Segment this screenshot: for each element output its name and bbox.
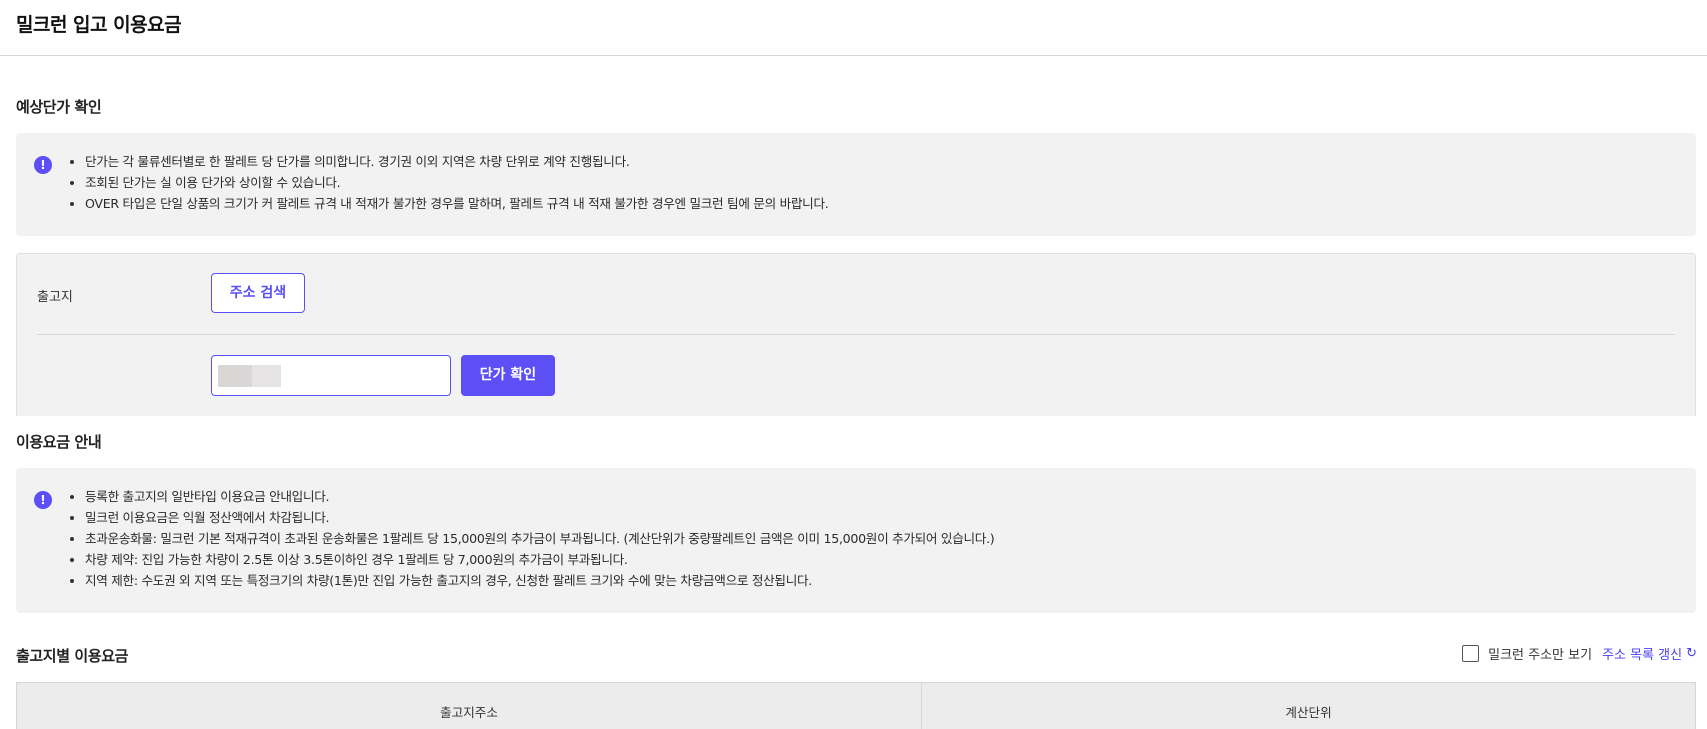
address-search-button[interactable]: 주소 검색 xyxy=(211,273,305,313)
notice-item: 밀크런 이용요금은 익월 정산액에서 차감됩니다. xyxy=(68,507,994,528)
refresh-address-list-link[interactable]: 주소 목록 갱신 ↻ xyxy=(1602,644,1697,663)
address-input[interactable] xyxy=(211,355,451,396)
exclamation-icon: ! xyxy=(34,156,52,174)
fee-info-notice: ! 등록한 출고지의 일반타입 이용요금 안내입니다. 밀크런 이용요금은 익월… xyxy=(16,468,1696,613)
price-check-notice-list: 단가는 각 물류센터별로 한 팔레트 당 단가를 의미합니다. 경기권 이외 지… xyxy=(68,151,829,214)
page-header: 밀크런 입고 이용요금 xyxy=(0,0,1707,56)
notice-item: 단가는 각 물류센터별로 한 팔레트 당 단가를 의미합니다. 경기권 이외 지… xyxy=(68,151,828,172)
fee-info-section-title: 이용요금 안내 xyxy=(16,433,102,451)
price-check-button[interactable]: 단가 확인 xyxy=(461,355,555,396)
refresh-label: 주소 목록 갱신 xyxy=(1602,648,1683,663)
price-check-form: 출고지 주소 검색 단가 확인 xyxy=(16,253,1696,416)
origin-label: 출고지 xyxy=(37,290,73,305)
notice-item: 초과운송화물: 밀크런 기본 적재규격이 초과된 운송화물은 1팔레트 당 15… xyxy=(68,528,995,549)
price-check-notice: ! 단가는 각 물류센터별로 한 팔레트 당 단가를 의미합니다. 경기권 이외… xyxy=(16,133,1696,236)
notice-item: 등록한 출고지의 일반타입 이용요금 안내입니다. xyxy=(68,486,994,507)
redacted-address-part xyxy=(252,365,281,387)
refresh-icon: ↻ xyxy=(1686,646,1697,661)
origin-fees-table-header: 출고지주소 계산단위 xyxy=(16,682,1696,729)
form-divider xyxy=(37,334,1675,335)
fee-info-notice-list: 등록한 출고지의 일반타입 이용요금 안내입니다. 밀크런 이용요금은 익월 정… xyxy=(68,486,995,591)
notice-item: 지역 제한: 수도권 외 지역 또는 특정크기의 차량(1톤)만 진입 가능한 … xyxy=(68,570,994,591)
origin-fees-section-title: 출고지별 이용요금 xyxy=(16,647,129,665)
notice-item: OVER 타입은 단일 상품의 크기가 커 팔레트 규격 내 적재가 불가한 경… xyxy=(68,193,829,214)
column-header-origin-address: 출고지주소 xyxy=(17,683,922,729)
page-title: 밀크런 입고 이용요금 xyxy=(16,14,182,36)
only-milkrun-label[interactable]: 밀크런 주소만 보기 xyxy=(1488,644,1592,663)
origin-fees-toolbar: 밀크런 주소만 보기 주소 목록 갱신 ↻ xyxy=(1462,644,1697,663)
column-header-calc-unit: 계산단위 xyxy=(1285,705,1332,720)
notice-item: 조회된 단가는 실 이용 단가와 상이할 수 있습니다. xyxy=(68,172,828,193)
only-milkrun-checkbox[interactable] xyxy=(1462,645,1480,662)
price-check-section-title: 예상단가 확인 xyxy=(16,98,102,116)
exclamation-icon: ! xyxy=(34,491,52,509)
notice-item: 차량 제약: 진입 가능한 차량이 2.5톤 이상 3.5톤이하인 경우 1팔레… xyxy=(68,549,994,570)
